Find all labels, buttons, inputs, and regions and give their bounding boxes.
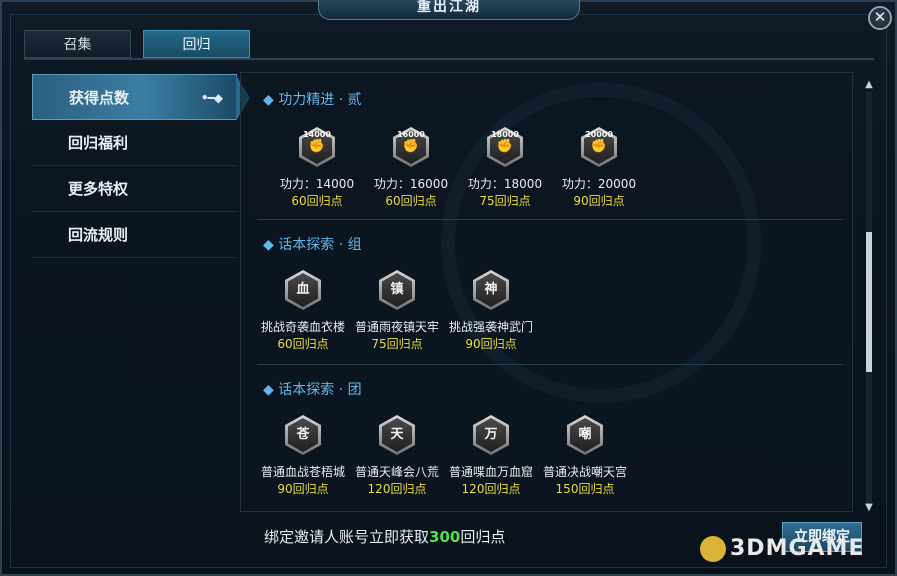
pagoda-icon: 镇 <box>375 270 419 314</box>
diamond-icon: ◆ <box>263 237 274 253</box>
item-points: 90回归点 <box>465 337 517 351</box>
section-story-group: ◆ 话本探索 · 组 血 挑战奇袭血衣楼 60回归点 镇 普通雨夜镇天牢 75回… <box>241 234 852 364</box>
item-name: 功力：16000 <box>373 177 449 191</box>
mascot-icon <box>700 536 726 562</box>
item-name: 普通决战嘲天宫 <box>542 465 627 479</box>
tab-summon[interactable]: 召集 <box>24 30 131 58</box>
pagoda-icon: 嘲 <box>563 415 607 459</box>
reward-item[interactable]: 万 普通喋血万血窟 120回归点 <box>443 415 539 497</box>
item-name: 挑战奇袭血衣楼 <box>260 320 345 334</box>
item-points: 60回归点 <box>291 194 343 208</box>
pagoda-icon: 天 <box>375 415 419 459</box>
points-list-panel: ◆ 功力精进 · 贰 ✊ 14000 功力：14000 60回归点 ✊ 16000 … <box>240 72 853 512</box>
reward-item[interactable]: ✊ 18000 功力：18000 75回归点 <box>457 127 553 209</box>
section-title: ◆ 话本探索 · 组 <box>263 237 362 253</box>
reward-item[interactable]: 神 挑战强袭神武门 90回归点 <box>443 270 539 352</box>
diamond-icon: ◆ <box>263 92 274 108</box>
sidebar-item-label: 回归福利 <box>68 134 129 152</box>
fist-icon: ✊ 18000 <box>483 127 527 171</box>
pagoda-icon: 苍 <box>281 415 325 459</box>
section-story-team: ◆ 话本探索 · 团 苍 普通血战苍梧城 90回归点 天 普通天峰会八荒 120… <box>241 379 852 509</box>
item-points: 60回归点 <box>385 194 437 208</box>
sidebar-item-label: 更多特权 <box>68 180 129 198</box>
sidebar-item-label: 获得点数 <box>69 89 130 107</box>
sidebar-item-more-privileges[interactable]: 更多特权 <box>32 166 237 212</box>
item-points: 120回归点 <box>461 482 521 496</box>
section-title: ◆ 功力精进 · 贰 <box>263 92 362 108</box>
sidebar-item-get-points[interactable]: 获得点数 •━◆ <box>32 74 250 121</box>
scroll-up-icon[interactable]: ▲ <box>863 79 875 91</box>
close-icon[interactable]: ✕ <box>868 6 892 30</box>
item-name: 功力：18000 <box>467 177 543 191</box>
item-name: 功力：14000 <box>279 177 355 191</box>
sidebar: 获得点数 •━◆ 回归福利 更多特权 回流规则 <box>32 74 250 260</box>
section-divider <box>257 219 843 220</box>
item-name: 普通喋血万血窟 <box>448 465 533 479</box>
fist-icon: ✊ 16000 <box>389 127 433 171</box>
sidebar-item-label: 回流规则 <box>68 226 129 244</box>
item-name: 普通血战苍梧城 <box>260 465 345 479</box>
pagoda-icon: 血 <box>281 270 325 314</box>
reward-item[interactable]: 嘲 普通决战嘲天宫 150回归点 <box>537 415 633 497</box>
fist-icon: ✊ 14000 <box>295 127 339 171</box>
item-name: 挑战强袭神武门 <box>448 320 533 334</box>
bind-reward-text: 绑定邀请人账号立即获取300回归点 <box>264 528 506 546</box>
sidebar-item-return-rules[interactable]: 回流规则 <box>32 212 237 258</box>
item-name: 普通天峰会八荒 <box>354 465 439 479</box>
arrow-icon: •━◆ <box>200 91 223 105</box>
reward-item[interactable]: 天 普通天峰会八荒 120回归点 <box>349 415 445 497</box>
scrollbar-thumb[interactable] <box>866 232 872 372</box>
sidebar-item-return-benefits[interactable]: 回归福利 <box>32 120 237 166</box>
tab-underline <box>24 58 874 60</box>
section-power: ◆ 功力精进 · 贰 ✊ 14000 功力：14000 60回归点 ✊ 16000 … <box>241 89 852 219</box>
scroll-down-icon[interactable]: ▼ <box>863 502 875 514</box>
item-points: 75回归点 <box>479 194 531 208</box>
tab-return[interactable]: 回归 <box>143 30 250 58</box>
diamond-icon: ◆ <box>263 382 274 398</box>
reward-item[interactable]: 血 挑战奇袭血衣楼 60回归点 <box>255 270 351 352</box>
item-points: 90回归点 <box>277 482 329 496</box>
pagoda-icon: 神 <box>469 270 513 314</box>
reward-item[interactable]: ✊ 16000 功力：16000 60回归点 <box>363 127 459 209</box>
reward-item[interactable]: 苍 普通血战苍梧城 90回归点 <box>255 415 351 497</box>
item-points: 90回归点 <box>573 194 625 208</box>
fist-icon: ✊ 20000 <box>577 127 621 171</box>
item-points: 75回归点 <box>371 337 423 351</box>
window-title: 重出江湖 <box>318 0 580 20</box>
item-points: 120回归点 <box>367 482 427 496</box>
item-points: 150回归点 <box>555 482 615 496</box>
reward-item[interactable]: ✊ 14000 功力：14000 60回归点 <box>269 127 365 209</box>
reward-item[interactable]: ✊ 20000 功力：20000 90回归点 <box>551 127 647 209</box>
item-points: 60回归点 <box>277 337 329 351</box>
section-title: ◆ 话本探索 · 团 <box>263 382 362 398</box>
item-name: 功力：20000 <box>561 177 637 191</box>
reward-amount: 300 <box>429 528 461 546</box>
section-divider <box>257 364 843 365</box>
reward-item[interactable]: 镇 普通雨夜镇天牢 75回归点 <box>349 270 445 352</box>
pagoda-icon: 万 <box>469 415 513 459</box>
site-watermark: 3DMGAME <box>700 536 864 562</box>
item-name: 普通雨夜镇天牢 <box>354 320 439 334</box>
